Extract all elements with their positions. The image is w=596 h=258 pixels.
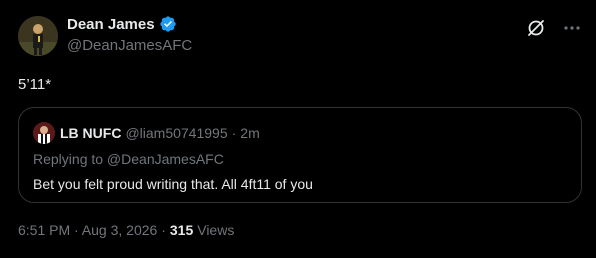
quoted-separator: · — [231, 125, 237, 141]
quoted-author-name[interactable]: LB NUFC — [60, 125, 121, 141]
tweet-meta: 6:51 PM · Aug 3, 2026 · 315 Views — [18, 222, 234, 238]
author-avatar[interactable] — [18, 16, 58, 56]
verified-badge-icon[interactable] — [159, 15, 177, 33]
views-count: 315 — [169, 222, 194, 238]
views-label: Views — [197, 222, 235, 238]
tweet-text: 5’11* — [18, 76, 52, 93]
author-name[interactable]: Dean James — [67, 16, 155, 33]
quoted-avatar[interactable] — [33, 122, 55, 144]
author-handle[interactable]: @DeanJamesAFC — [67, 37, 192, 54]
quoted-text: Bet you felt proud writing that. All 4ft… — [33, 176, 313, 192]
quoted-tweet[interactable]: LB NUFC @liam50741995 · 2m Replying to @… — [18, 107, 582, 203]
author-name-row[interactable]: Dean James — [67, 15, 177, 33]
more-dots-icon[interactable] — [562, 18, 582, 38]
quoted-time[interactable]: 2m — [240, 125, 259, 141]
quoted-header: LB NUFC @liam50741995 · 2m — [33, 122, 260, 144]
tweet-actions — [526, 18, 582, 38]
tweet-timestamp[interactable]: 6:51 PM · Aug 3, 2026 · — [18, 222, 166, 238]
quoted-author-handle[interactable]: @liam50741995 — [125, 125, 227, 141]
quoted-replying-to[interactable]: Replying to @DeanJamesAFC — [33, 151, 224, 167]
slash-circle-icon[interactable] — [526, 18, 546, 38]
